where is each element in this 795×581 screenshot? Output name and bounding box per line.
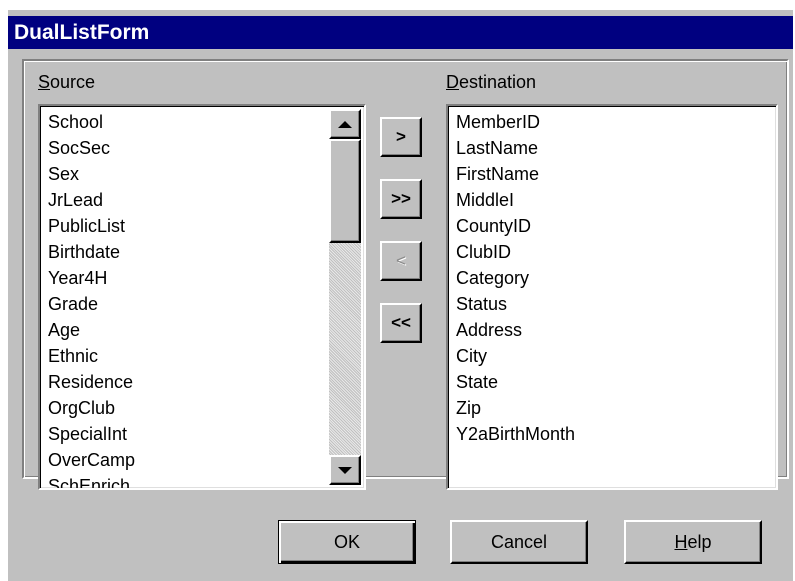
list-item[interactable]: ClubID xyxy=(456,239,575,265)
exclude-button[interactable]: < xyxy=(380,241,422,281)
list-item[interactable]: School xyxy=(48,109,135,135)
list-item[interactable]: SpecialInt xyxy=(48,421,135,447)
list-item[interactable]: City xyxy=(456,343,575,369)
list-item[interactable]: Address xyxy=(456,317,575,343)
list-item[interactable]: Grade xyxy=(48,291,135,317)
list-item[interactable]: PublicList xyxy=(48,213,135,239)
list-item[interactable]: LastName xyxy=(456,135,575,161)
list-item[interactable]: OrgClub xyxy=(48,395,135,421)
dual-list-dialog: DualListForm Source Destination School So… xyxy=(8,10,793,581)
source-list[interactable]: School SocSec Sex JrLead PublicList Birthdate… xyxy=(38,104,366,490)
scroll-up-arrow-icon xyxy=(338,120,352,128)
list-item[interactable]: OverCamp xyxy=(48,447,135,473)
destination-list-items: MemberID LastName FirstName MiddleI CountyID… xyxy=(456,109,575,447)
scroll-up-button[interactable] xyxy=(329,109,361,139)
source-label: Source xyxy=(38,72,96,92)
list-item[interactable]: MemberID xyxy=(456,109,575,135)
scroll-thumb[interactable] xyxy=(329,139,361,243)
cancel-button[interactable]: Cancel xyxy=(450,520,588,564)
list-item[interactable]: CountyID xyxy=(456,213,575,239)
include-button[interactable]: > xyxy=(380,117,422,157)
window-title: DualListForm xyxy=(8,16,793,49)
list-item[interactable]: Zip xyxy=(456,395,575,421)
list-item[interactable]: Ethnic xyxy=(48,343,135,369)
destination-label: Destination xyxy=(446,72,537,92)
help-button[interactable]: Help xyxy=(624,520,762,564)
list-item[interactable]: Age xyxy=(48,317,135,343)
list-item[interactable]: JrLead xyxy=(48,187,135,213)
scroll-down-arrow-icon xyxy=(338,466,352,474)
list-item[interactable]: Sex xyxy=(48,161,135,187)
source-list-items: School SocSec Sex JrLead PublicList Birthdate… xyxy=(48,109,135,488)
source-scrollbar[interactable] xyxy=(329,109,361,485)
list-item[interactable]: Y2aBirthMonth xyxy=(456,421,575,447)
list-item[interactable]: FirstName xyxy=(456,161,575,187)
destination-list[interactable]: MemberID LastName FirstName MiddleI CountyID… xyxy=(446,104,778,490)
ok-button[interactable]: OK xyxy=(278,520,416,564)
scroll-down-button[interactable] xyxy=(329,455,361,485)
list-item[interactable]: SocSec xyxy=(48,135,135,161)
list-item[interactable]: Birthdate xyxy=(48,239,135,265)
list-item[interactable]: State xyxy=(456,369,575,395)
list-item[interactable]: Status xyxy=(456,291,575,317)
list-item[interactable]: SchEnrich xyxy=(48,473,135,488)
exclude-all-button[interactable]: << xyxy=(380,303,422,343)
list-item[interactable]: Residence xyxy=(48,369,135,395)
include-all-button[interactable]: >> xyxy=(380,179,422,219)
list-item[interactable]: Year4H xyxy=(48,265,135,291)
list-item[interactable]: Category xyxy=(456,265,575,291)
list-item[interactable]: MiddleI xyxy=(456,187,575,213)
